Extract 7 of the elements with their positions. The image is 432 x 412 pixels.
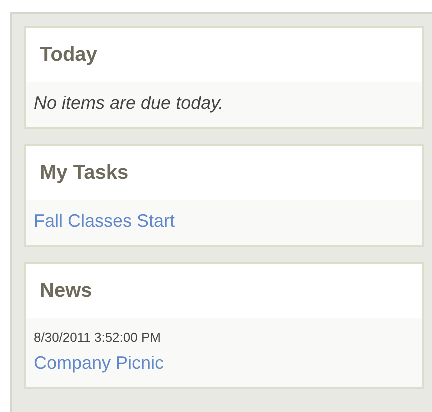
task-link[interactable]: Fall Classes Start	[34, 208, 176, 235]
panel-title: Today	[40, 43, 98, 68]
panel-title: My Tasks	[40, 161, 129, 186]
news-date: 8/30/2011 3:52:00 PM	[34, 329, 161, 347]
panel-title: News	[40, 279, 92, 304]
empty-message: No items are due today.	[34, 92, 224, 115]
news-link[interactable]: Company Picnic	[34, 350, 164, 377]
